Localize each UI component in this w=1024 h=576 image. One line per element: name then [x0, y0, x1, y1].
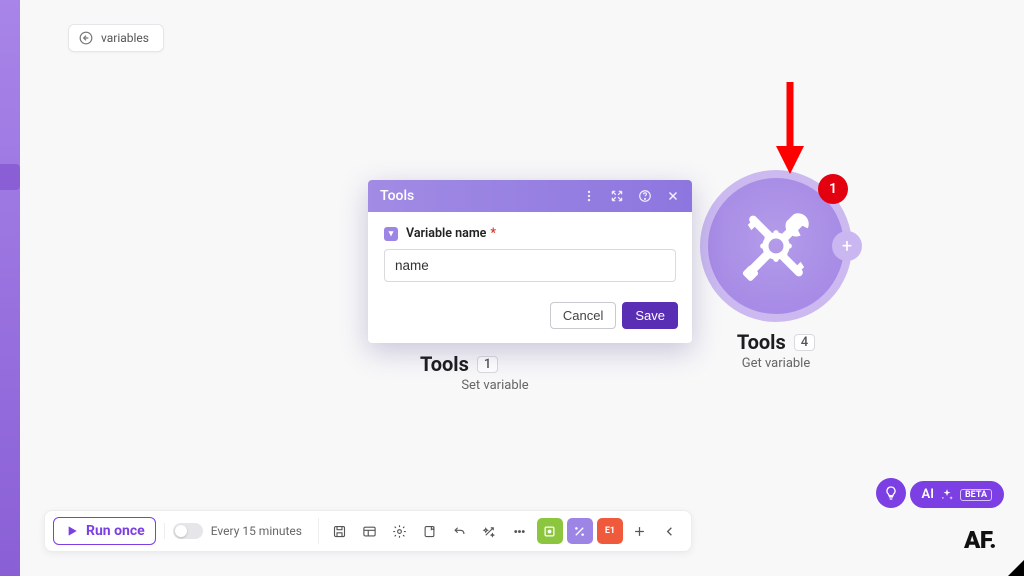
af-logo: AF. [964, 526, 996, 554]
back-arrow-icon [79, 31, 93, 45]
ai-label: AI [922, 487, 934, 502]
beta-badge: BETA [960, 489, 992, 501]
save-icon[interactable] [327, 518, 353, 544]
breadcrumb[interactable]: variables [68, 24, 164, 52]
explain-icon[interactable] [567, 518, 593, 544]
variable-name-label: ▾ Variable name * [384, 226, 676, 241]
help-fab[interactable] [876, 478, 906, 508]
node-right-badge: 1 [818, 174, 848, 204]
error-badge[interactable]: E1 [597, 518, 623, 544]
node-right-subtitle: Get variable [742, 356, 811, 371]
node-set-variable[interactable]: Tools 1 Set variable [420, 344, 570, 393]
run-once-button[interactable]: Run once [53, 517, 156, 545]
expand-icon[interactable] [610, 189, 624, 203]
bottom-toolbar: Run once Every 15 minutes E1 [44, 510, 692, 552]
notes-icon[interactable] [417, 518, 443, 544]
dialog-title: Tools [380, 188, 414, 204]
node-right-circle[interactable]: 1 + [700, 170, 852, 322]
schedule-label: Every 15 minutes [211, 524, 302, 538]
collapse-icon[interactable]: ▾ [384, 227, 398, 241]
schedule-toggle[interactable] [173, 523, 203, 539]
node-left-count: 1 [477, 356, 498, 373]
ai-pill[interactable]: AI BETA [910, 481, 1004, 508]
save-button[interactable]: Save [622, 302, 678, 329]
add-connection-icon[interactable]: + [832, 231, 862, 261]
annotation-arrow-icon [770, 78, 810, 178]
more-icon[interactable] [507, 518, 533, 544]
sparkle-icon [940, 488, 954, 502]
left-edge-gradient [0, 0, 20, 576]
node-left-title: Tools [420, 352, 469, 376]
tools-icon [732, 202, 820, 290]
help-icon[interactable] [638, 189, 652, 203]
breadcrumb-label: variables [101, 31, 149, 45]
schedule-section: Every 15 minutes [164, 523, 310, 539]
node-right-count: 4 [794, 334, 815, 351]
close-icon[interactable] [666, 189, 680, 203]
more-vertical-icon[interactable] [582, 189, 596, 203]
lightbulb-icon [883, 485, 899, 501]
layout-icon[interactable] [357, 518, 383, 544]
left-edge-tab[interactable] [0, 164, 20, 190]
node-get-variable[interactable]: 1 + Tools 4 Get variable [700, 170, 852, 371]
variable-name-input[interactable] [384, 249, 676, 282]
magic-icon[interactable] [477, 518, 503, 544]
settings-icon[interactable] [387, 518, 413, 544]
collapse-toolbar-icon[interactable] [657, 518, 683, 544]
node-right-title: Tools [737, 330, 786, 354]
resize-corner-icon[interactable] [1008, 560, 1024, 576]
align-icon[interactable] [537, 518, 563, 544]
tools-dialog: Tools ▾ Variable name * Cancel Save [368, 180, 692, 343]
dialog-header[interactable]: Tools [368, 180, 692, 212]
undo-icon[interactable] [447, 518, 473, 544]
cancel-button[interactable]: Cancel [550, 302, 616, 329]
play-icon [64, 523, 80, 539]
add-module-icon[interactable] [627, 518, 653, 544]
node-left-subtitle: Set variable [420, 378, 570, 393]
